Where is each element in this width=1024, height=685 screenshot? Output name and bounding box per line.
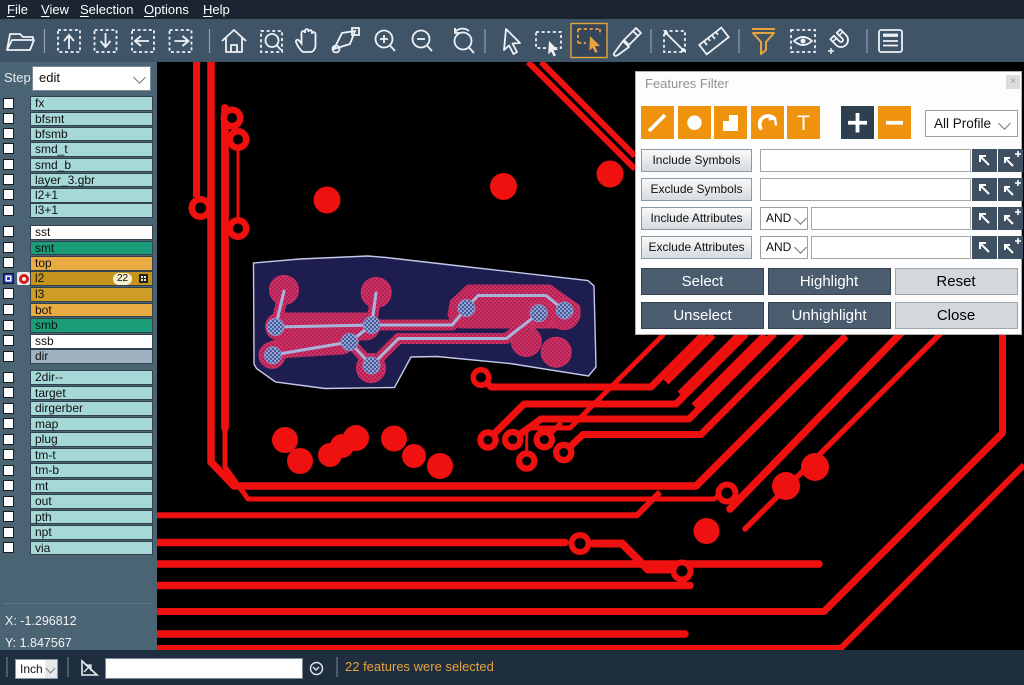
svg-text:T: T — [797, 112, 810, 135]
